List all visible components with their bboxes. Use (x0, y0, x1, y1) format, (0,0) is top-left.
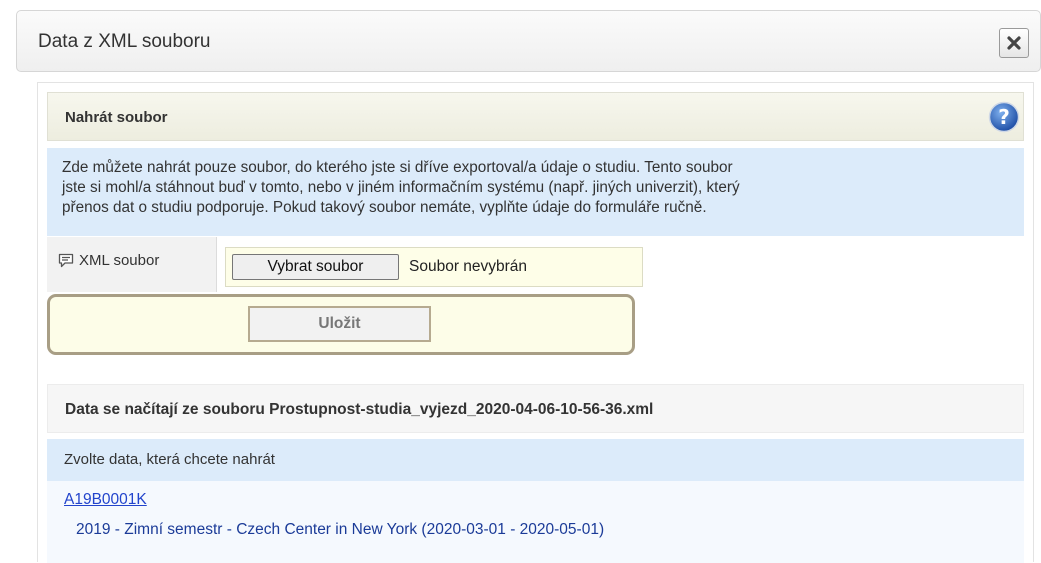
section-title: Nahrát soubor (65, 109, 168, 126)
file-input[interactable]: Vybrat soubor Soubor nevybrán (225, 247, 643, 287)
upload-section-header: Nahrát soubor ? (47, 92, 1024, 141)
choose-data-text: Zvolte data, která chcete nahrát (64, 451, 275, 468)
study-detail[interactable]: 2019 - Zimní semestr - Czech Center in N… (76, 521, 604, 539)
info-line: jste si mohl/a stáhnout buď v tomto, neb… (62, 179, 740, 196)
help-icon: ? (988, 101, 1020, 133)
content-frame: Nahrát soubor ? Zde můžete nahrát pouze … (37, 82, 1034, 563)
study-code-link[interactable]: A19B0001K (64, 491, 147, 509)
dialog-header: Data z XML souboru (16, 10, 1041, 72)
info-text: Zde můžete nahrát pouze soubor, do které… (47, 148, 1024, 236)
info-line: přenos dat o studiu podporuje. Pokud tak… (62, 199, 707, 216)
choose-data-bar: Zvolte data, která chcete nahrát (47, 439, 1024, 481)
file-status: Soubor nevybrán (409, 258, 528, 275)
source-file-bar: Data se načítají ze souboru Prostupnost-… (47, 384, 1024, 433)
close-icon (1007, 36, 1021, 50)
close-button[interactable] (999, 28, 1029, 58)
xml-field-label-cell: XML soubor (47, 237, 217, 292)
study-list: A19B0001K 2019 - Zimní semestr - Czech C… (47, 481, 1024, 563)
source-file-text: Data se načítají ze souboru Prostupnost-… (65, 401, 654, 418)
choose-file-button[interactable]: Vybrat soubor (232, 254, 399, 280)
info-line: Zde můžete nahrát pouze soubor, do které… (62, 159, 733, 176)
svg-text:?: ? (998, 105, 1010, 129)
comment-icon (58, 253, 74, 268)
dialog-title: Data z XML souboru (38, 31, 211, 52)
save-panel: Uložit (47, 294, 635, 355)
help-button[interactable]: ? (988, 101, 1020, 133)
xml-field-label: XML soubor (58, 252, 159, 269)
dialog: Data z XML souboru Nahrát soubor ? Zde m… (16, 10, 1041, 563)
xml-field-label-text: XML soubor (79, 252, 160, 269)
save-button[interactable]: Uložit (248, 306, 431, 342)
